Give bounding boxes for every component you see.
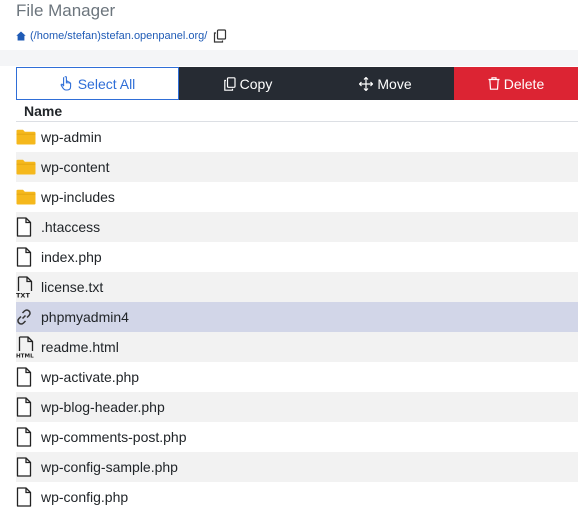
- file-row[interactable]: wp-config-sample.php: [16, 452, 578, 482]
- file-icon: [16, 246, 38, 268]
- file-row[interactable]: wp-admin: [16, 122, 578, 152]
- file-icon: [16, 426, 38, 448]
- folder-icon: [16, 126, 38, 148]
- file-name[interactable]: wp-config.php: [41, 489, 128, 505]
- copy-button[interactable]: Copy: [179, 67, 317, 100]
- move-label: Move: [377, 75, 412, 92]
- txt-file-icon: TXT: [16, 276, 38, 298]
- header-divider: [0, 50, 578, 66]
- trash-icon: [488, 77, 500, 90]
- copy-icon[interactable]: [213, 29, 227, 43]
- copy-label: Copy: [239, 75, 273, 92]
- select-all-label: Select All: [77, 75, 136, 92]
- file-name[interactable]: wp-comments-post.php: [41, 429, 187, 445]
- file-name[interactable]: wp-admin: [41, 129, 102, 145]
- page-title: File Manager: [16, 1, 116, 20]
- home-icon: [16, 31, 26, 41]
- file-name[interactable]: phpmyadmin4: [41, 309, 129, 325]
- breadcrumb[interactable]: (/home/stefan)stefan.openpanel.org/: [16, 29, 227, 43]
- link-icon: [16, 306, 38, 328]
- delete-button[interactable]: Delete: [454, 67, 578, 100]
- copy-icon: [223, 76, 236, 91]
- file-row[interactable]: wp-activate.php: [16, 362, 578, 392]
- file-name[interactable]: wp-content: [41, 159, 109, 175]
- file-row[interactable]: wp-blog-header.php: [16, 392, 578, 422]
- file-row[interactable]: index.php: [16, 242, 578, 272]
- action-toolbar: Select All Copy Move Delete: [16, 67, 578, 100]
- file-row[interactable]: wp-config.php: [16, 482, 578, 512]
- file-name[interactable]: wp-includes: [41, 189, 115, 205]
- file-row[interactable]: HTML readme.html: [16, 332, 578, 362]
- file-row[interactable]: phpmyadmin4: [16, 302, 578, 332]
- file-name[interactable]: license.txt: [41, 279, 103, 295]
- file-name[interactable]: wp-blog-header.php: [41, 399, 165, 415]
- hand-pointer-icon: [60, 76, 71, 91]
- file-icon: [16, 486, 38, 508]
- select-all-button[interactable]: Select All: [16, 67, 179, 100]
- table-header: Name: [16, 100, 578, 122]
- file-name[interactable]: wp-activate.php: [41, 369, 139, 385]
- file-row[interactable]: .htaccess: [16, 212, 578, 242]
- file-icon: [16, 456, 38, 478]
- header: File Manager (/home/stefan)stefan.openpa…: [0, 0, 578, 50]
- move-button[interactable]: Move: [317, 67, 454, 100]
- file-name[interactable]: index.php: [41, 249, 102, 265]
- file-name[interactable]: wp-config-sample.php: [41, 459, 178, 475]
- file-row[interactable]: TXT license.txt: [16, 272, 578, 302]
- file-icon: [16, 366, 38, 388]
- folder-icon: [16, 186, 38, 208]
- file-icon: [16, 396, 38, 418]
- file-name[interactable]: .htaccess: [41, 219, 100, 235]
- file-icon: [16, 216, 38, 238]
- folder-icon: [16, 156, 38, 178]
- breadcrumb-path[interactable]: (/home/stefan)stefan.openpanel.org/: [30, 30, 207, 42]
- file-row[interactable]: wp-includes: [16, 182, 578, 212]
- file-row[interactable]: wp-comments-post.php: [16, 422, 578, 452]
- name-column-header[interactable]: Name: [24, 103, 62, 119]
- file-row[interactable]: wp-content: [16, 152, 578, 182]
- html-file-icon: HTML: [16, 336, 38, 358]
- svg-text:HTML: HTML: [16, 354, 34, 359]
- file-list: wp-admin wp-content wp-includes .htaccess in…: [16, 122, 578, 512]
- delete-label: Delete: [503, 75, 545, 92]
- svg-text:TXT: TXT: [16, 292, 30, 299]
- move-arrows-icon: [359, 76, 374, 91]
- file-name[interactable]: readme.html: [41, 339, 119, 355]
